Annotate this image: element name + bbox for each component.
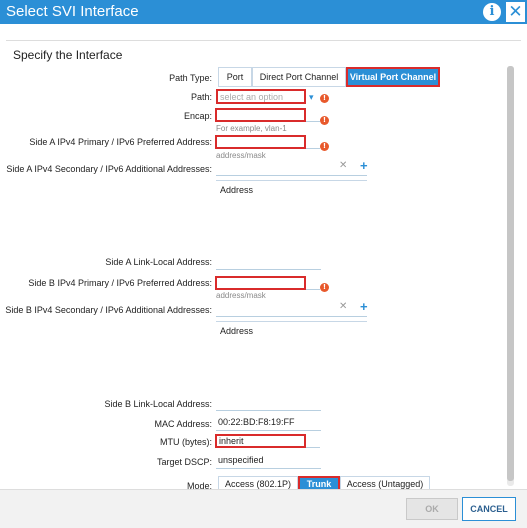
side-a-primary-hint: address/mask <box>216 151 266 160</box>
path-label: Path: <box>190 92 212 102</box>
encap-label: Encap: <box>183 111 212 121</box>
chevron-down-icon[interactable]: ▾ <box>309 92 314 103</box>
mtu-input[interactable]: inherit <box>215 434 306 448</box>
side-b-primary-underline <box>306 276 320 290</box>
cancel-button[interactable]: CANCEL <box>462 497 516 521</box>
section-heading: Specify the Interface <box>13 48 123 62</box>
encap-hint: For example, vlan-1 <box>216 124 287 133</box>
mac-input[interactable]: 00:22:BD:F8:19:FF <box>216 417 321 431</box>
side-b-link-local-input[interactable] <box>216 397 321 411</box>
side-a-primary-input[interactable] <box>215 135 306 149</box>
path-type-label: Path Type: <box>169 73 212 83</box>
side-b-primary-input[interactable] <box>215 276 306 290</box>
vertical-scrollbar[interactable] <box>507 66 514 486</box>
dialog-title: Select SVI Interface <box>6 3 139 20</box>
path-type-direct-port-channel[interactable]: Direct Port Channel <box>252 67 346 87</box>
side-b-primary-hint: address/mask <box>216 291 266 300</box>
dscp-label: Target DSCP: <box>156 457 212 467</box>
dialog-titlebar: Select SVI Interface i ✕ <box>0 0 527 24</box>
mac-label: MAC Address: <box>154 419 212 429</box>
side-a-secondary-column-header[interactable]: Address <box>216 180 367 196</box>
warning-icon: ! <box>320 283 329 292</box>
side-a-link-local-label: Side A Link-Local Address: <box>105 257 212 267</box>
side-a-secondary-divider <box>216 166 367 176</box>
path-type-virtual-port-channel[interactable]: Virtual Port Channel <box>346 67 440 87</box>
side-a-primary-label: Side A IPv4 Primary / IPv6 Preferred Add… <box>29 137 212 147</box>
info-icon[interactable]: i <box>483 3 501 21</box>
side-a-primary-underline <box>306 135 320 149</box>
dscp-select[interactable]: unspecified <box>216 455 321 469</box>
side-a-link-local-input[interactable] <box>216 256 321 270</box>
side-a-secondary-label: Side A IPv4 Secondary / IPv6 Additional … <box>6 164 212 174</box>
close-icon[interactable]: ✕ <box>506 2 525 22</box>
warning-icon: ! <box>320 94 329 103</box>
side-b-secondary-column-header[interactable]: Address <box>216 321 367 337</box>
path-type-port[interactable]: Port <box>218 67 252 87</box>
mtu-input-underline <box>306 434 320 448</box>
scrollbar-thumb[interactable] <box>507 66 514 481</box>
warning-icon: ! <box>320 116 329 125</box>
path-select[interactable]: select an option <box>216 89 306 104</box>
encap-input[interactable] <box>215 108 306 122</box>
side-b-secondary-label: Side B IPv4 Secondary / IPv6 Additional … <box>5 305 212 315</box>
ok-button[interactable]: OK <box>406 498 458 520</box>
encap-input-underline <box>306 108 320 122</box>
side-b-primary-label: Side B IPv4 Primary / IPv6 Preferred Add… <box>28 278 212 288</box>
side-b-link-local-label: Side B Link-Local Address: <box>104 399 212 409</box>
side-b-secondary-divider <box>216 307 367 317</box>
mtu-label: MTU (bytes): <box>159 437 212 447</box>
warning-icon: ! <box>320 142 329 151</box>
